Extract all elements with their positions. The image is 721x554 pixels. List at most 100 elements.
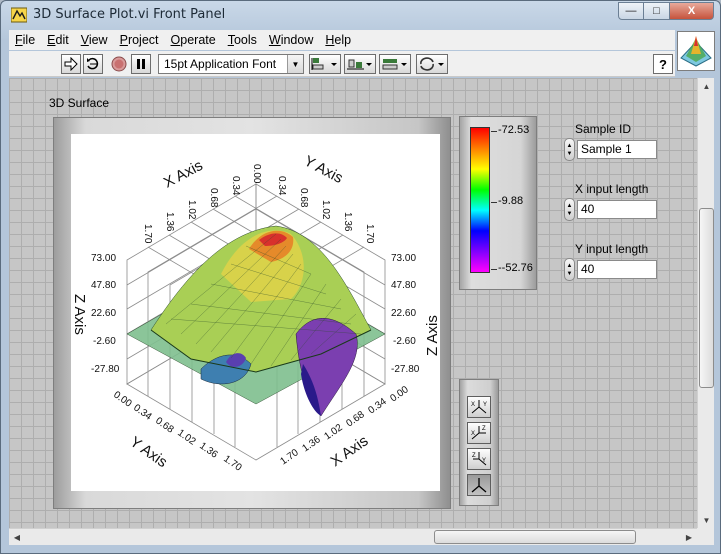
decrement-arrow-icon: ▼: [566, 210, 573, 217]
align-objects-icon: [311, 58, 337, 70]
y-tick-bottom-1: 0.34: [131, 402, 154, 422]
graph-label: 3D Surface: [49, 96, 110, 110]
menu-tools[interactable]: Tools: [222, 33, 263, 47]
colorbar-min-label[interactable]: --52.76: [498, 262, 533, 274]
run-continuously-button[interactable]: [83, 54, 103, 74]
toolbar: 15pt Application Font ▼ ?: [9, 51, 675, 77]
rotate-yz-button[interactable]: ZY: [467, 448, 491, 470]
surface-plot-svg[interactable]: 73.00 47.80 22.60 -2.60 -27.80 73.00 47.…: [71, 134, 441, 491]
resize-objects-icon: [382, 59, 407, 70]
context-help-button[interactable]: ?: [653, 54, 673, 74]
x-tick-bottom-5: 1.70: [278, 447, 301, 467]
y-input-length-label: Y input length: [575, 242, 649, 256]
increment-arrow-icon: ▲: [566, 142, 573, 149]
y-tick-top-2: 0.68: [298, 188, 309, 208]
horizontal-scrollbar[interactable]: ◀ ▶: [9, 528, 697, 545]
colorbar-mid-label: -9.88: [498, 195, 524, 207]
z-tick-0: 73.00: [91, 253, 116, 264]
rotate-xy-icon: XY: [471, 400, 487, 414]
horizontal-scroll-thumb[interactable]: [434, 530, 636, 544]
align-objects-button[interactable]: [309, 54, 341, 74]
x-tick-top-5: 1.70: [142, 224, 153, 244]
scroll-right-icon[interactable]: ▶: [681, 529, 697, 546]
y-tick-top-5: 1.70: [364, 224, 375, 244]
run-continuously-icon: [87, 57, 99, 70]
run-button[interactable]: [61, 54, 81, 74]
y-tick-bottom-3: 1.02: [175, 427, 198, 447]
sample-id-field[interactable]: Sample 1: [577, 140, 657, 159]
surface-plot-icon: [680, 36, 712, 67]
free-rotate-icon: [471, 478, 487, 493]
y-input-length-field[interactable]: 40: [577, 260, 657, 279]
surface-mesh: [126, 225, 386, 417]
labview-app-icon: [11, 7, 27, 23]
y-tick-bottom-0: 0.00: [111, 389, 134, 409]
svg-text:Y: Y: [483, 402, 487, 408]
colorbar-tick-max: [491, 131, 497, 132]
abort-button[interactable]: [109, 54, 129, 74]
sample-id-label: Sample ID: [575, 122, 632, 136]
close-button[interactable]: X: [670, 2, 714, 20]
increment-arrow-icon: ▲: [566, 202, 573, 209]
menu-edit[interactable]: Edit: [41, 33, 75, 47]
y-input-length-stepper[interactable]: ▲ ▼: [564, 258, 575, 281]
x-tick-bottom-1: 0.34: [366, 396, 389, 416]
minimize-button[interactable]: —: [618, 2, 644, 20]
scroll-up-icon[interactable]: ▲: [698, 78, 715, 94]
window-title: 3D Surface Plot.vi Front Panel: [33, 7, 226, 22]
x-tick-bottom-2: 0.68: [344, 409, 367, 429]
distribute-objects-icon: [347, 59, 372, 70]
menu-window[interactable]: Window: [263, 33, 319, 47]
plot-area[interactable]: 73.00 47.80 22.60 -2.60 -27.80 73.00 47.…: [71, 134, 441, 491]
x-tick-top-3: 1.02: [186, 200, 197, 220]
menu-bar: File Edit View Project Operate Tools Win…: [9, 30, 675, 50]
svg-text:X: X: [471, 431, 475, 437]
x-tick-top-4: 1.36: [164, 212, 175, 232]
z-tick-3: -2.60: [93, 336, 116, 347]
vertical-scroll-thumb[interactable]: [699, 208, 714, 388]
free-rotate-button[interactable]: [467, 474, 491, 496]
z-tick-right-4: -27.80: [391, 364, 420, 375]
menu-help[interactable]: Help: [319, 33, 357, 47]
z-tick-4: -27.80: [91, 364, 120, 375]
run-arrow-icon: [64, 57, 78, 71]
increment-arrow-icon: ▲: [566, 262, 573, 269]
scroll-left-icon[interactable]: ◀: [9, 529, 25, 546]
color-ramp[interactable]: [470, 127, 490, 273]
y-tick-bottom-4: 1.36: [197, 440, 220, 460]
x-tick-bottom-3: 1.02: [322, 422, 345, 442]
y-tick-top-4: 1.36: [342, 212, 353, 232]
rotate-xy-button[interactable]: XY: [467, 396, 491, 418]
x-input-length-stepper[interactable]: ▲ ▼: [564, 198, 575, 221]
reorder-button[interactable]: [416, 54, 448, 74]
maximize-icon: □: [653, 5, 660, 17]
maximize-button[interactable]: □: [644, 2, 670, 20]
rotate-xz-icon: XZ: [471, 426, 486, 440]
x-input-length-field[interactable]: 40: [577, 200, 657, 219]
menu-file[interactable]: File: [9, 33, 41, 47]
vertical-scrollbar[interactable]: ▲ ▼: [697, 78, 714, 528]
menu-project[interactable]: Project: [114, 33, 165, 47]
menu-operate[interactable]: Operate: [165, 33, 222, 47]
reorder-icon: [420, 57, 444, 71]
font-selector[interactable]: 15pt Application Font ▼: [158, 54, 304, 74]
rotate-xz-button[interactable]: XZ: [467, 422, 491, 444]
pause-button[interactable]: [131, 54, 151, 74]
vi-icon[interactable]: [677, 31, 715, 71]
size-grip[interactable]: [697, 528, 714, 545]
surface-graph-frame: 73.00 47.80 22.60 -2.60 -27.80 73.00 47.…: [53, 117, 451, 509]
menu-view[interactable]: View: [75, 33, 114, 47]
z-axis-title-right: Z Axis: [424, 315, 440, 356]
x-tick-top-0: 0.00: [251, 164, 262, 184]
distribute-objects-button[interactable]: [344, 54, 376, 74]
sample-id-ring-arrows[interactable]: ▲ ▼: [564, 138, 575, 161]
z-axis-title-left: Z Axis: [71, 294, 88, 335]
resize-objects-button[interactable]: [379, 54, 411, 74]
title-bar[interactable]: 3D Surface Plot.vi Front Panel — □ X: [1, 1, 720, 29]
y-tick-bottom-2: 0.68: [153, 415, 176, 435]
front-panel: 3D Surface 73.00 47.80 22.60 -2.60 -27.8…: [9, 78, 697, 528]
scroll-down-icon[interactable]: ▼: [698, 512, 715, 528]
x-tick-top-1: 0.34: [230, 176, 241, 196]
colorbar-max-label[interactable]: -72.53: [498, 124, 529, 136]
z-tick-2: 22.60: [91, 308, 116, 319]
